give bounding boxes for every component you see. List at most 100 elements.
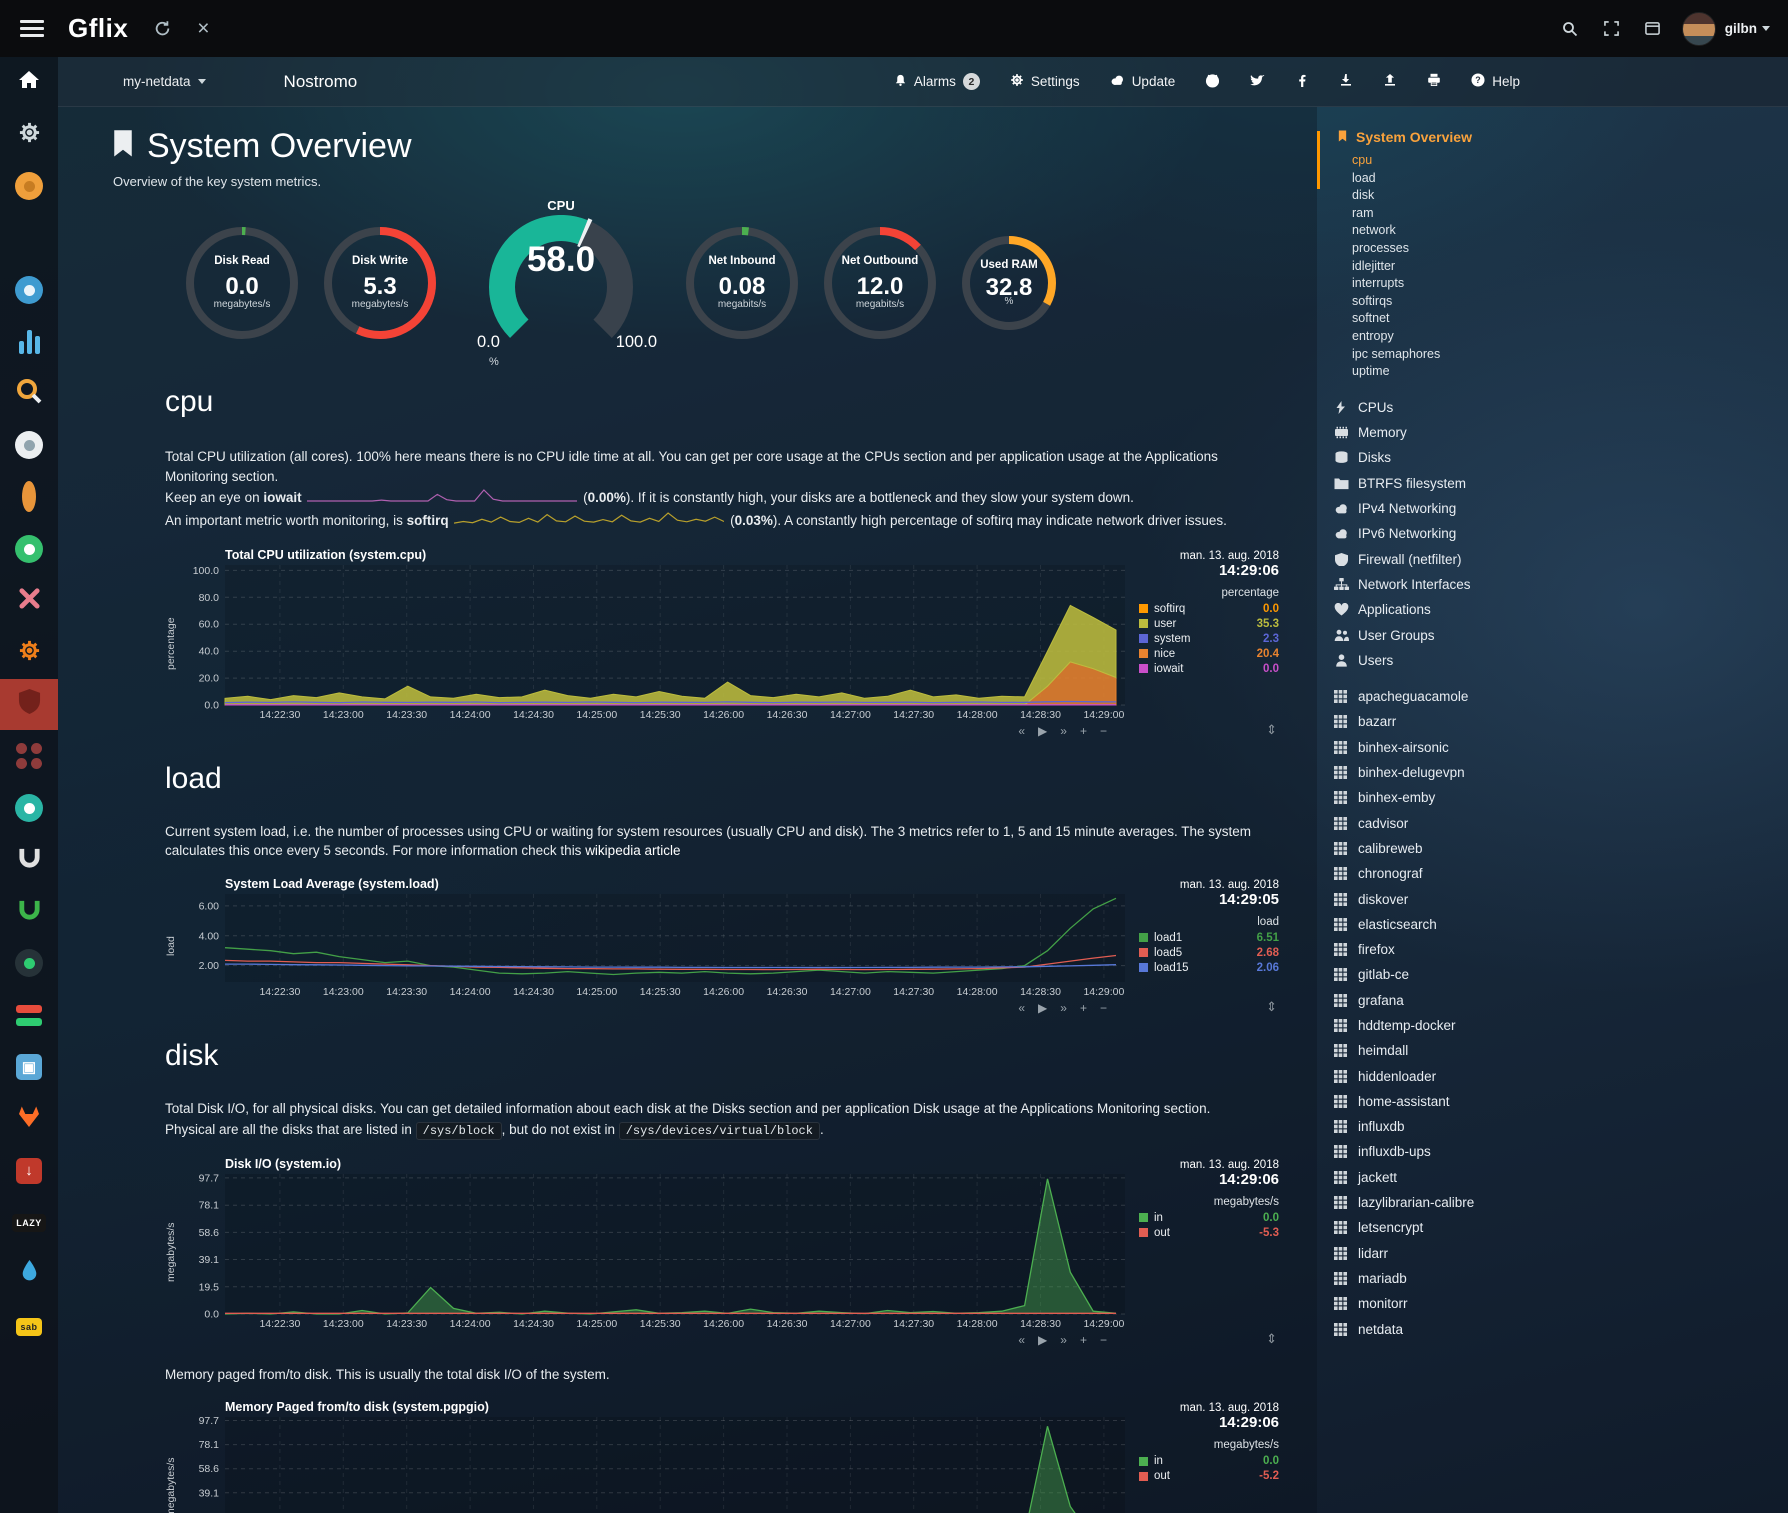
app-item-14[interactable] (0, 730, 58, 782)
nav-container-firefox[interactable]: firefox (1334, 937, 1788, 962)
nav-container-gitlab-ce[interactable]: gitlab-ce (1334, 962, 1788, 987)
nav-section-cpus[interactable]: CPUs (1334, 395, 1788, 420)
play-icon[interactable]: ▶ (1038, 1001, 1047, 1015)
gauge-net-inbound[interactable]: Net Inbound 0.08 megabits/s (685, 226, 799, 340)
app-item-9[interactable] (0, 471, 58, 523)
import-button[interactable] (1339, 73, 1353, 90)
app-item-13[interactable] (0, 679, 58, 731)
nav-container-calibreweb[interactable]: calibreweb (1334, 836, 1788, 861)
chart-canvas[interactable]: 97.778.158.639.119.50.014:22:3014:23:001… (179, 1174, 1131, 1331)
legend-out[interactable]: out-5.3 (1139, 1227, 1279, 1239)
settings-button[interactable]: Settings (1010, 73, 1080, 90)
wikipedia-link[interactable]: wikipedia article (585, 843, 680, 858)
legend-softirq[interactable]: softirq0.0 (1139, 603, 1279, 615)
legend-iowait[interactable]: iowait0.0 (1139, 663, 1279, 675)
nav-container-home-assistant[interactable]: home-assistant (1334, 1089, 1788, 1114)
nav-section-firewall-netfilter-[interactable]: Firewall (netfilter) (1334, 547, 1788, 572)
pan-right-icon[interactable]: » (1060, 1001, 1067, 1015)
app-item-3[interactable] (0, 161, 58, 213)
nav-container-chronograf[interactable]: chronograf (1334, 861, 1788, 886)
nav-section-network-interfaces[interactable]: Network Interfaces (1334, 572, 1788, 597)
app-item-15[interactable] (0, 782, 58, 834)
nav-container-binhex-emby[interactable]: binhex-emby (1334, 785, 1788, 810)
app-item-18[interactable] (0, 938, 58, 990)
print-button[interactable] (1427, 73, 1441, 90)
nav-container-netdata[interactable]: netdata (1334, 1316, 1788, 1341)
legend-out[interactable]: out-5.2 (1139, 1470, 1279, 1482)
nav-container-binhex-airsonic[interactable]: binhex-airsonic (1334, 735, 1788, 760)
zoom-in-icon[interactable]: + (1080, 1001, 1087, 1015)
legend-system[interactable]: system2.3 (1139, 633, 1279, 645)
app-item-23[interactable]: LAZY (0, 1197, 58, 1249)
nav-section-ipv4-networking[interactable]: IPv4 Networking (1334, 496, 1788, 521)
github-button[interactable] (1205, 73, 1220, 91)
nav-system-overview[interactable]: System Overview (1337, 129, 1788, 145)
nav-ipc-semaphores[interactable]: ipc semaphores (1352, 346, 1788, 364)
zoom-in-icon[interactable]: + (1080, 724, 1087, 738)
nav-container-bazarr[interactable]: bazarr (1334, 709, 1788, 734)
nav-cpu[interactable]: cpu (1352, 152, 1788, 170)
resize-handle-icon[interactable]: ⇕ (1266, 722, 1277, 738)
zoom-in-icon[interactable]: + (1080, 1333, 1087, 1347)
facebook-button[interactable] (1295, 73, 1309, 90)
nav-softirqs[interactable]: softirqs (1352, 293, 1788, 311)
app-item-4[interactable] (0, 212, 58, 264)
gauge-cpu[interactable]: CPU 58.0 0.0 100.0 % (461, 198, 661, 368)
fullscreen-icon[interactable] (1604, 21, 1619, 36)
chart-canvas[interactable]: 6.004.002.0014:22:3014:23:0014:23:3014:2… (179, 894, 1131, 999)
host-dropdown[interactable]: my-netdata (123, 74, 206, 89)
app-item-17[interactable] (0, 886, 58, 938)
help-button[interactable]: ? Help (1471, 73, 1520, 90)
legend-load5[interactable]: load52.68 (1139, 947, 1279, 959)
twitter-button[interactable] (1250, 74, 1265, 90)
pan-left-icon[interactable]: « (1018, 1001, 1025, 1015)
nav-container-binhex-delugevpn[interactable]: binhex-delugevpn (1334, 760, 1788, 785)
app-item-19[interactable] (0, 989, 58, 1041)
pan-right-icon[interactable]: » (1060, 724, 1067, 738)
nav-container-elasticsearch[interactable]: elasticsearch (1334, 912, 1788, 937)
nav-container-cadvisor[interactable]: cadvisor (1334, 810, 1788, 835)
nav-section-btrfs-filesystem[interactable]: BTRFS filesystem (1334, 471, 1788, 496)
play-icon[interactable]: ▶ (1038, 1333, 1047, 1347)
app-item-12[interactable] (0, 627, 58, 679)
nav-container-monitorr[interactable]: monitorr (1334, 1291, 1788, 1316)
nav-container-heimdall[interactable]: heimdall (1334, 1038, 1788, 1063)
panel-icon[interactable] (1645, 21, 1660, 36)
search-icon[interactable] (1562, 21, 1578, 37)
legend-load1[interactable]: load16.51 (1139, 932, 1279, 944)
nav-container-apacheguacamole[interactable]: apacheguacamole (1334, 684, 1788, 709)
refresh-icon[interactable] (154, 20, 171, 37)
pan-left-icon[interactable]: « (1018, 1333, 1025, 1347)
nav-container-lazylibrarian-calibre[interactable]: lazylibrarian-calibre (1334, 1190, 1788, 1215)
nav-section-memory[interactable]: Memory (1334, 420, 1788, 445)
app-item-6[interactable] (0, 316, 58, 368)
load-chart[interactable]: System Load Average (system.load) load 6… (165, 877, 1297, 1015)
zoom-out-icon[interactable]: − (1100, 1333, 1107, 1347)
nav-container-grafana[interactable]: grafana (1334, 988, 1788, 1013)
gauge-used-ram[interactable]: Used RAM 32.8 % (961, 235, 1057, 331)
app-item-5[interactable] (0, 264, 58, 316)
gauge-net-outbound[interactable]: Net Outbound 12.0 megabits/s (823, 226, 937, 340)
app-item-20[interactable]: ▣ (0, 1041, 58, 1093)
nav-disk[interactable]: disk (1352, 187, 1788, 205)
nav-section-applications[interactable]: Applications (1334, 597, 1788, 622)
nav-container-influxdb-ups[interactable]: influxdb-ups (1334, 1139, 1788, 1164)
resize-handle-icon[interactable]: ⇕ (1266, 1331, 1277, 1347)
hamburger-menu-icon[interactable] (20, 20, 44, 37)
chart-canvas[interactable]: 97.778.158.639.119.50.014:22:3014:23:001… (179, 1417, 1131, 1513)
nav-uptime[interactable]: uptime (1352, 363, 1788, 381)
cpu-chart[interactable]: Total CPU utilization (system.cpu) perce… (165, 548, 1297, 738)
nav-section-user-groups[interactable]: User Groups (1334, 622, 1788, 647)
app-item-25[interactable]: sab (0, 1300, 58, 1352)
nav-interrupts[interactable]: interrupts (1352, 275, 1788, 293)
pan-left-icon[interactable]: « (1018, 724, 1025, 738)
nav-processes[interactable]: processes (1352, 240, 1788, 258)
app-item-24[interactable] (0, 1248, 58, 1300)
app-item-16[interactable] (0, 834, 58, 886)
nav-load[interactable]: load (1352, 170, 1788, 188)
nav-container-jackett[interactable]: jackett (1334, 1165, 1788, 1190)
nav-softnet[interactable]: softnet (1352, 310, 1788, 328)
nav-section-ipv6-networking[interactable]: IPv6 Networking (1334, 521, 1788, 546)
nav-container-mariadb[interactable]: mariadb (1334, 1266, 1788, 1291)
nav-container-letsencrypt[interactable]: letsencrypt (1334, 1215, 1788, 1240)
